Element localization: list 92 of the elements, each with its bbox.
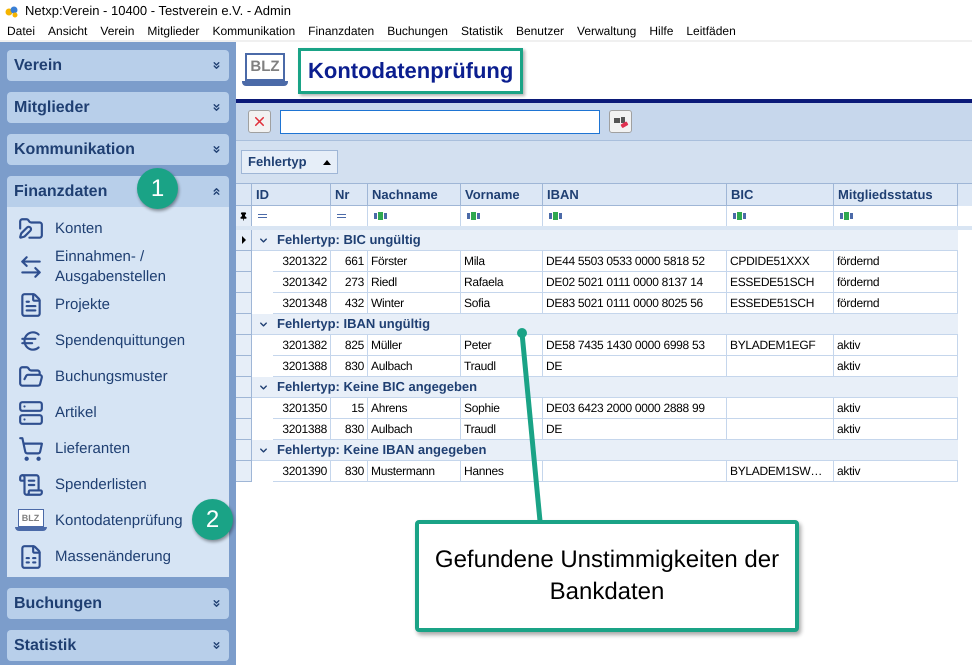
chevron-icon	[211, 186, 222, 197]
table-cell: aktiv	[834, 335, 958, 356]
table-cell: Rafaela	[461, 272, 543, 293]
close-icon	[252, 114, 267, 129]
group-row[interactable]: Fehlertyp: BIC ungültig	[252, 230, 958, 251]
table-cell: aktiv	[834, 398, 958, 419]
menu-item[interactable]: Hilfe	[649, 22, 674, 40]
table-cell: DE03 6423 2000 0000 2888 99	[543, 398, 727, 419]
menu-item[interactable]: Finanzdaten	[308, 22, 374, 40]
table-cell: 15	[331, 398, 368, 419]
table-cell: Mustermann	[368, 461, 461, 482]
table-cell: CPDIDE51XXX	[727, 251, 834, 272]
table-cell: 3201390	[273, 461, 331, 482]
group-row[interactable]: Fehlertyp: IBAN ungültig	[252, 314, 958, 335]
table-cell: fördernd	[834, 272, 958, 293]
spellcheck-button[interactable]	[609, 110, 632, 133]
item-icon	[18, 472, 44, 498]
chevron-icon	[211, 144, 222, 155]
item-icon	[18, 436, 44, 462]
sidebar-item[interactable]: Massenänderung	[7, 539, 229, 575]
table-cell: 3201350	[273, 398, 331, 419]
menu-item[interactable]: Datei	[7, 22, 36, 40]
table-cell: BYLADEM1EGF	[727, 335, 834, 356]
table-cell: Mila	[461, 251, 543, 272]
menu-item[interactable]: Kommunikation	[212, 22, 296, 40]
text-filter-icon	[840, 212, 854, 220]
menu-item[interactable]: Benutzer	[516, 22, 564, 40]
chevron-icon	[211, 102, 222, 113]
text-filter-icon	[549, 212, 563, 220]
table-cell: 3201342	[273, 272, 331, 293]
menu-item[interactable]: Verwaltung	[576, 22, 636, 40]
table-cell: DE44 5503 0533 0000 5818 52	[543, 251, 727, 272]
chevron-icon	[211, 640, 222, 651]
equals-icon	[337, 214, 346, 218]
eraser-icon	[612, 116, 628, 128]
table-cell: 661	[331, 251, 368, 272]
group-chip[interactable]: Fehlertyp	[241, 150, 338, 174]
table-cell: Förster	[368, 251, 461, 272]
sidebar-item[interactable]: Buchungsmuster	[7, 359, 229, 395]
sidebar-section-header[interactable]: Kommunikation	[7, 134, 229, 165]
sidebar-section-header[interactable]: Mitglieder	[7, 92, 229, 123]
group-row[interactable]: Fehlertyp: Keine BIC angegeben	[252, 377, 958, 398]
sidebar-section-header[interactable]: Verein	[7, 50, 229, 81]
table-cell: 273	[331, 272, 368, 293]
sidebar-section-header[interactable]: Buchungen	[7, 588, 229, 619]
chevron-icon	[211, 60, 222, 71]
item-icon	[18, 216, 44, 242]
equals-icon	[258, 214, 267, 218]
icon-label: BLZ	[22, 514, 40, 522]
table-cell: BYLADEM1SW…	[727, 461, 834, 482]
sidebar-item[interactable]: Artikel	[7, 395, 229, 431]
table-cell: Peter	[461, 335, 543, 356]
table-cell: Müller	[368, 335, 461, 356]
table-cell: Riedl	[368, 272, 461, 293]
table-cell: 3201322	[273, 251, 331, 272]
table-cell: DE58 7435 1430 0000 6998 53	[543, 335, 727, 356]
menu-item[interactable]: Mitglieder	[147, 22, 200, 40]
callout-tooltip: Gefundene Unstimmigkeiten der Bankdaten	[415, 520, 799, 632]
page-title: Kontodatenprüfung	[298, 48, 524, 94]
table-cell: Sophie	[461, 398, 543, 419]
table-cell: 825	[331, 335, 368, 356]
table-cell: Ahrens	[368, 398, 461, 419]
current-row-icon	[242, 236, 246, 244]
item-icon	[18, 400, 44, 426]
menu-item[interactable]: Statistik	[460, 22, 503, 40]
search-field[interactable]	[280, 110, 600, 134]
table-cell: 830	[331, 461, 368, 482]
sidebar-item[interactable]: Einnahmen- / Ausgabenstellen	[7, 247, 229, 287]
menu-item[interactable]: Verein	[100, 22, 134, 40]
menu-item[interactable]: Leitfäden	[686, 22, 736, 40]
table-cell: aktiv	[834, 461, 958, 482]
chevron-icon	[211, 598, 222, 609]
icon-label: BLZ	[250, 59, 280, 74]
text-filter-icon	[467, 212, 481, 220]
sidebar-item[interactable]: Spendenquittungen	[7, 323, 229, 359]
text-filter-icon	[733, 212, 747, 220]
table-cell: 3201382	[273, 335, 331, 356]
sidebar-item[interactable]: Konten	[7, 211, 229, 247]
pin-icon	[239, 212, 248, 220]
sidebar-section-header[interactable]: Statistik	[7, 630, 229, 661]
table-cell: fördernd	[834, 251, 958, 272]
table-cell: DE02 5021 0111 0000 8137 14	[543, 272, 727, 293]
menu-item[interactable]: Ansicht	[48, 22, 88, 40]
table-cell: Hannes	[461, 461, 543, 482]
sidebar-item[interactable]: Lieferanten	[7, 431, 229, 467]
clear-button[interactable]	[248, 110, 271, 133]
table-cell: ESSEDE51SCH	[727, 272, 834, 293]
app-logo-icon	[5, 4, 19, 18]
menu-item[interactable]: Buchungen	[387, 22, 448, 40]
sidebar-item[interactable]: Projekte	[7, 287, 229, 323]
text-filter-icon	[374, 212, 388, 220]
group-row[interactable]: Fehlertyp: Keine IBAN angegeben	[252, 440, 958, 461]
